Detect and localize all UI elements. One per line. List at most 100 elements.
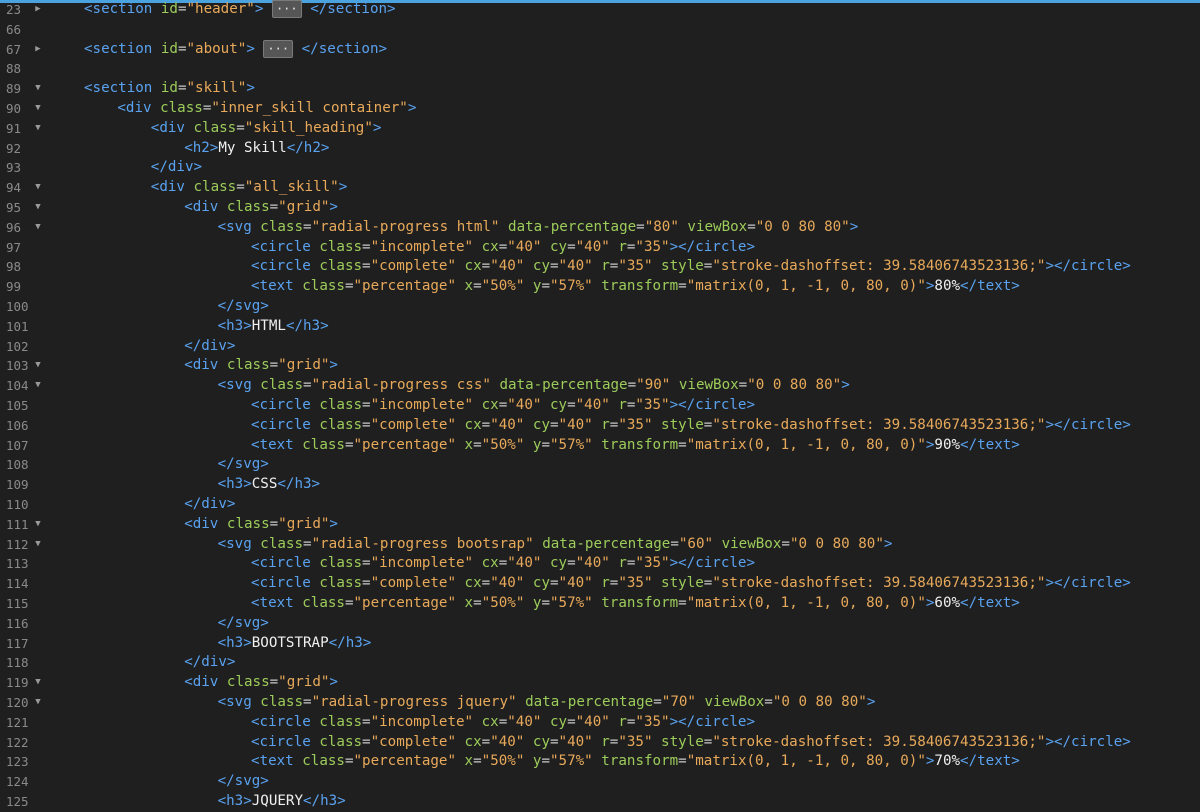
code-line[interactable]: 117 <h3>BOOTSTRAP</h3>: [0, 634, 1200, 654]
collapse-arrow-icon[interactable]: ▼: [33, 198, 43, 218]
code-text: <h3>HTML</h3>: [218, 317, 329, 337]
tag-token: <svg: [217, 535, 252, 552]
code-line[interactable]: 119 ▼ <div class="grid">: [0, 673, 1200, 693]
code-line[interactable]: 107 <text class="percentage" x="50%" y="5…: [0, 436, 1200, 456]
code-line[interactable]: 110 </div>: [0, 495, 1200, 515]
equals-token: =: [362, 416, 371, 433]
tag-token: >: [849, 218, 859, 235]
tag-token: >: [866, 694, 876, 710]
attribute-token: id: [152, 40, 178, 57]
code-line[interactable]: 89 ▼ <section id="skill">: [0, 79, 1200, 99]
code-line[interactable]: 118 </div>: [0, 653, 1200, 673]
attribute-token: class: [310, 258, 363, 275]
collapse-arrow-icon[interactable]: ▼: [33, 79, 43, 99]
equals-token: =: [738, 377, 748, 394]
code-line[interactable]: 97 <circle class="incomplete" cx="40" cy=…: [0, 238, 1200, 258]
code-line[interactable]: 91 ▼ <div class="skill_heading">: [0, 119, 1200, 139]
tag-token: ></circle>: [1045, 733, 1131, 750]
code-line[interactable]: 108 </svg>: [0, 455, 1200, 475]
collapsed-region-badge[interactable]: ···: [271, 0, 302, 18]
collapse-arrow-icon[interactable]: ▼: [33, 515, 43, 535]
tag-token: </h3>: [277, 476, 321, 493]
code-editor[interactable]: 23 ▶ <section id="header"> ··· </section> 6…: [0, 0, 1200, 809]
code-line[interactable]: 99 <text class="percentage" x="50%" y="57…: [0, 277, 1200, 297]
code-line[interactable]: 114 <circle class="complete" cx="40" cy="…: [0, 574, 1200, 594]
equals-token: =: [541, 753, 551, 770]
code-line[interactable]: 23 ▶ <section id="header"> ··· </section>: [0, 0, 1200, 20]
code-line[interactable]: 112 ▼ <svg class="radial-progress bootsrap…: [0, 535, 1200, 555]
code-line[interactable]: 123 <text class="percentage" x="50%" y="5…: [0, 752, 1200, 772]
collapse-arrow-icon[interactable]: ▼: [33, 178, 43, 198]
code-line[interactable]: 88: [0, 59, 1200, 79]
code-line[interactable]: 121 <circle class="incomplete" cx="40" cy…: [0, 713, 1200, 733]
string-token: "matrix(0, 1, -1, 0, 80, 0)": [686, 278, 926, 295]
code-line[interactable]: 98 <circle class="complete" cx="40" cy="4…: [0, 257, 1200, 277]
code-text: <circle class="complete" cx="40" cy="40"…: [251, 257, 1131, 277]
string-token: "40": [507, 397, 542, 413]
code-line[interactable]: 105 <circle class="incomplete" cx="40" cy…: [0, 396, 1200, 416]
equals-token: =: [567, 555, 576, 572]
code-line[interactable]: 124 </svg>: [0, 772, 1200, 792]
code-line[interactable]: 95 ▼ <div class="grid">: [0, 198, 1200, 218]
collapse-arrow-icon[interactable]: ▼: [33, 673, 43, 693]
collapse-arrow-icon[interactable]: ▼: [33, 356, 43, 376]
line-number: 114: [6, 576, 29, 592]
code-line[interactable]: 120 ▼ <svg class="radial-progress jquery" …: [0, 693, 1200, 713]
string-token: "0 0 80 80": [772, 694, 867, 710]
code-line[interactable]: 113 <circle class="incomplete" cx="40" cy…: [0, 554, 1200, 574]
collapsed-region-badge[interactable]: ···: [263, 39, 294, 58]
code-line[interactable]: 101 <h3>HTML</h3>: [0, 317, 1200, 337]
string-token: "57%": [550, 278, 593, 295]
code-line[interactable]: 116 </svg>: [0, 614, 1200, 634]
attribute-token: cy: [541, 713, 568, 730]
expand-arrow-icon[interactable]: ▶: [33, 40, 43, 60]
string-token: "50%": [481, 595, 525, 611]
expand-arrow-icon[interactable]: ▶: [33, 0, 43, 20]
string-token: "stroke-dashoffset: 39.58406743523136;": [712, 733, 1046, 750]
code-line[interactable]: 90 ▼ <div class="inner_skill container">: [0, 99, 1200, 119]
collapse-arrow-icon[interactable]: ▼: [33, 119, 43, 139]
attribute-token: r: [592, 258, 610, 275]
tag-token: <circle: [251, 575, 311, 592]
attribute-token: class: [310, 416, 363, 433]
attribute-token: cx: [456, 733, 482, 750]
tag-token: <text: [251, 753, 294, 770]
code-line[interactable]: 111 ▼ <div class="grid">: [0, 515, 1200, 535]
code-line[interactable]: 106 <circle class="complete" cx="40" cy="…: [0, 416, 1200, 436]
equals-token: =: [362, 258, 371, 275]
code-line[interactable]: 103 ▼ <div class="grid">: [0, 356, 1200, 376]
collapse-arrow-icon[interactable]: ▼: [33, 535, 43, 555]
code-line[interactable]: 109 <h3>CSS</h3>: [0, 475, 1200, 495]
tag-token: ></circle>: [669, 238, 756, 255]
string-token: "40": [490, 258, 525, 275]
tag-token: <div: [184, 199, 219, 215]
collapse-arrow-icon[interactable]: ▼: [33, 693, 43, 713]
tag-token: >: [883, 535, 893, 552]
code-line[interactable]: 104 ▼ <svg class="radial-progress css" dat…: [0, 376, 1200, 396]
text-token: My Skill: [218, 139, 287, 156]
code-line[interactable]: 66: [0, 20, 1200, 40]
line-number: 109: [6, 477, 29, 493]
string-token: "57%": [550, 595, 593, 611]
code-line[interactable]: 96 ▼ <svg class="radial-progress html" dat…: [0, 218, 1200, 238]
code-line[interactable]: 93 </div>: [0, 158, 1200, 178]
attribute-token: class: [310, 733, 363, 750]
line-number: 98: [6, 259, 22, 275]
code-line[interactable]: 100 </svg>: [0, 297, 1200, 317]
code-line[interactable]: 125 <h3>JQUERY</h3>: [0, 792, 1200, 812]
code-text: <svg class="radial-progress html" data-p…: [218, 218, 859, 238]
attribute-token: class: [251, 535, 304, 552]
code-line[interactable]: 122 <circle class="complete" cx="40" cy="…: [0, 733, 1200, 753]
collapse-arrow-icon[interactable]: ▼: [33, 376, 43, 396]
code-line[interactable]: 102 </div>: [0, 337, 1200, 357]
code-text: <div class="grid">: [184, 198, 338, 218]
code-line[interactable]: 94 ▼ <div class="all_skill">: [0, 178, 1200, 198]
collapse-arrow-icon[interactable]: ▼: [33, 99, 43, 119]
attribute-token: class: [251, 694, 304, 710]
code-line[interactable]: 92 <h2>My Skill</h2>: [0, 139, 1200, 159]
collapse-arrow-icon[interactable]: ▼: [33, 218, 43, 238]
line-number: 106: [6, 417, 29, 433]
line-number: 112: [6, 536, 29, 552]
code-line[interactable]: 115 <text class="percentage" x="50%" y="5…: [0, 594, 1200, 614]
code-line[interactable]: 67 ▶ <section id="about"> ··· </section>: [0, 39, 1200, 60]
